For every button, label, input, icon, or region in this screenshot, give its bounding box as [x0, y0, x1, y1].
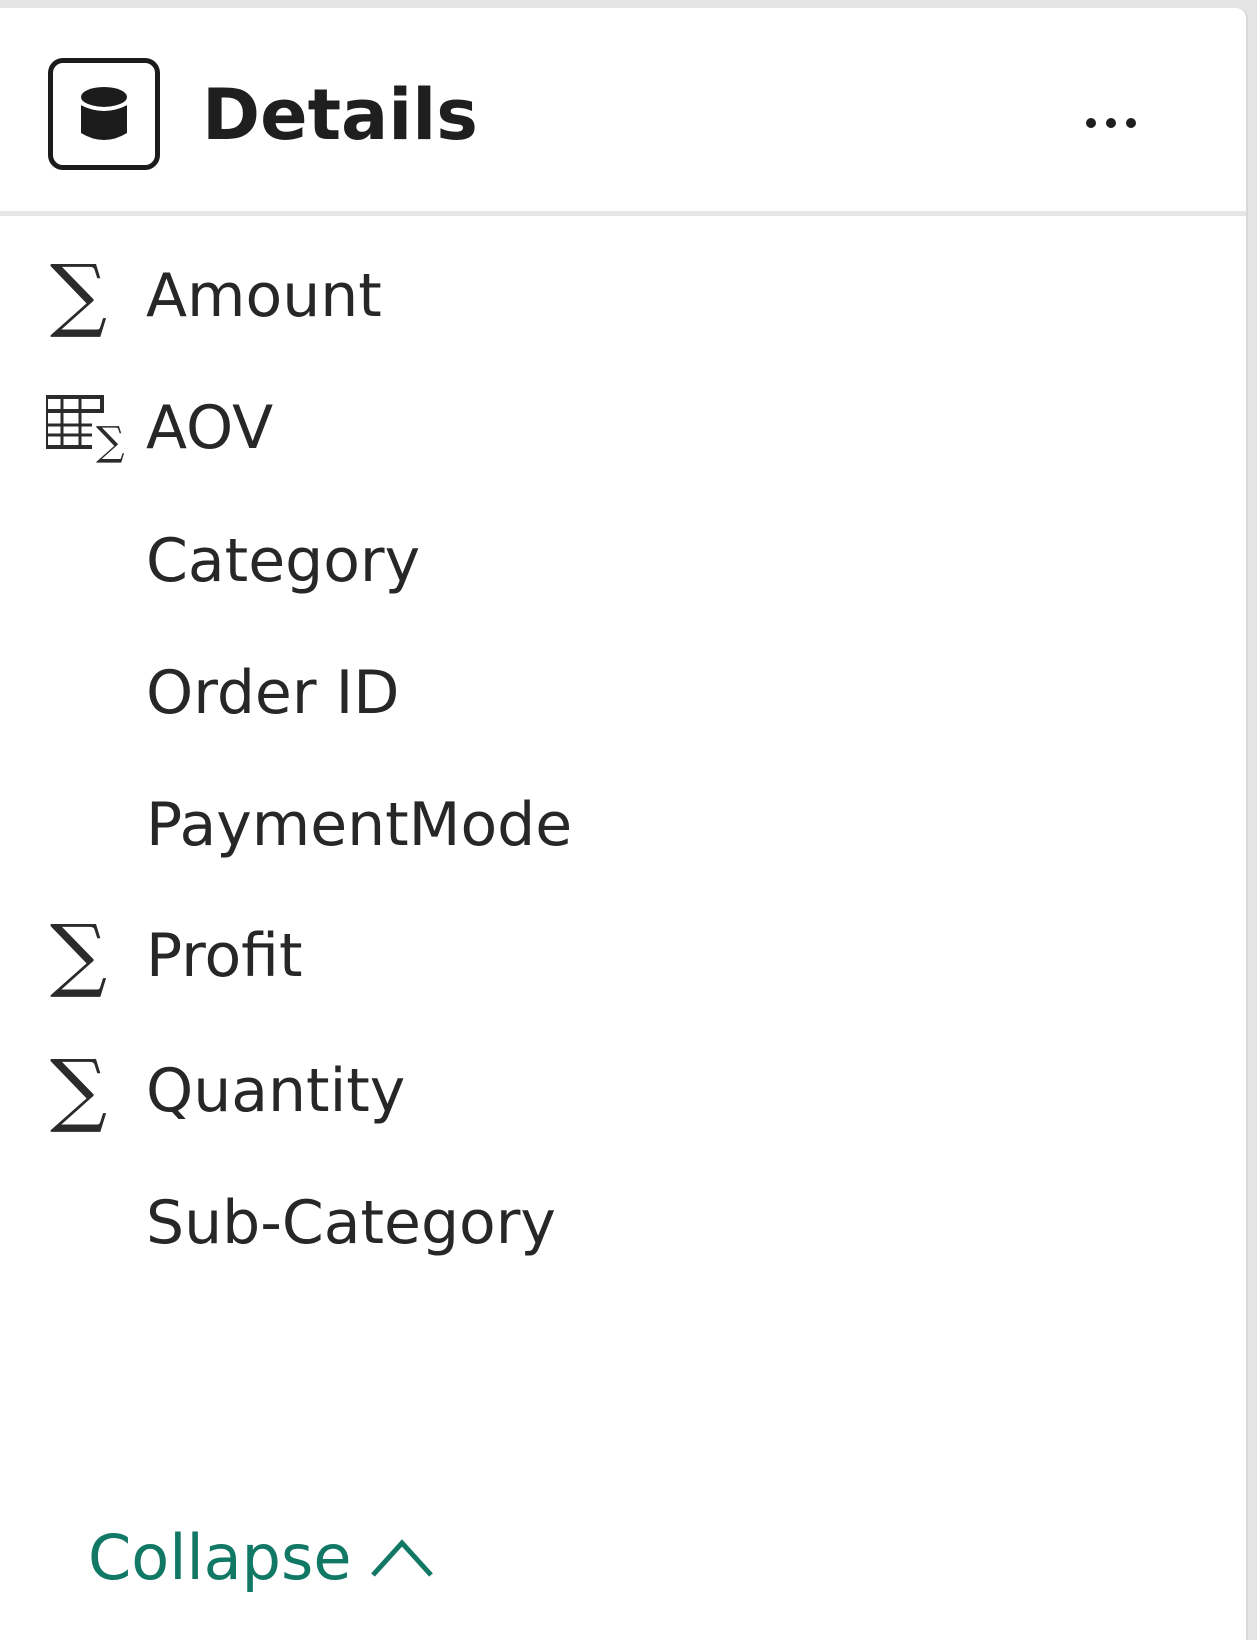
field-item[interactable]: ∑ Amount	[0, 241, 1240, 351]
chevron-up-icon	[370, 1539, 433, 1577]
field-icon-placeholder	[46, 1168, 130, 1278]
measure-table-icon: ∑	[44, 373, 130, 483]
field-icon-placeholder	[46, 638, 130, 748]
field-label: Amount	[146, 261, 382, 331]
field-label: Sub-Category	[146, 1188, 556, 1258]
panel-header: Details	[0, 8, 1246, 216]
more-dot	[1126, 118, 1136, 128]
database-icon	[48, 58, 160, 170]
sigma-icon: ∑	[50, 1042, 108, 1136]
more-options-button[interactable]	[1086, 78, 1196, 168]
field-icon-placeholder	[46, 770, 130, 880]
field-item[interactable]: ∑ AOV	[0, 373, 1240, 483]
sigma-icon: ∑	[50, 247, 108, 341]
field-label: PaymentMode	[146, 790, 573, 860]
details-panel: Details ∑ Amount ∑ AOV Category Order ID Payme…	[0, 8, 1246, 1640]
field-item[interactable]: PaymentMode	[0, 770, 1240, 880]
field-item[interactable]: Category	[0, 506, 1240, 616]
field-label: Order ID	[146, 658, 400, 728]
svg-text:∑: ∑	[96, 419, 125, 465]
field-label: Profit	[146, 921, 303, 991]
collapse-button[interactable]: Collapse	[88, 1513, 435, 1603]
field-label: AOV	[146, 393, 274, 463]
field-label: Category	[146, 526, 421, 596]
field-item[interactable]: Sub-Category	[0, 1168, 1240, 1278]
more-dot	[1106, 118, 1116, 128]
more-options-icon	[1086, 118, 1096, 128]
field-item[interactable]: ∑ Quantity	[0, 1036, 1240, 1146]
panel-title: Details	[202, 74, 478, 156]
field-item[interactable]: Order ID	[0, 638, 1240, 748]
collapse-label: Collapse	[88, 1521, 352, 1594]
field-icon-placeholder	[46, 506, 130, 616]
field-label: Quantity	[146, 1056, 406, 1126]
sigma-icon: ∑	[50, 907, 108, 1001]
field-item[interactable]: ∑ Profit	[0, 901, 1240, 1011]
